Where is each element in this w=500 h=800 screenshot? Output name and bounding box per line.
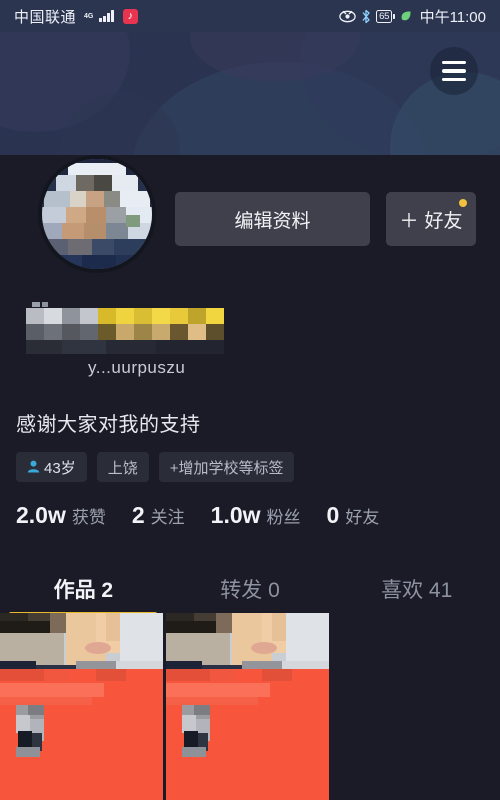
edit-profile-label: 编辑资料 <box>234 210 311 232</box>
person-icon <box>27 460 40 475</box>
video-grid <box>0 613 500 800</box>
tag-location-label: 上饶 <box>107 459 138 477</box>
stat-following-value: 2 <box>131 502 145 528</box>
tag-age-label: 43岁 <box>44 459 76 477</box>
avatar[interactable] <box>38 155 156 273</box>
plus-icon: ＋ <box>399 210 419 232</box>
tab-reposts-label: 转发 0 <box>220 579 280 602</box>
avatar-pixelated-photo <box>42 159 152 269</box>
add-friend-button[interactable]: ＋ 好友 <box>386 192 476 246</box>
display-name <box>14 300 244 362</box>
stat-following[interactable]: 2 关注 <box>132 502 185 529</box>
stat-followers[interactable]: 1.0w 粉丝 <box>211 502 301 529</box>
tag-location[interactable]: 上饶 <box>96 452 149 482</box>
douyin-icon: ♪ <box>122 8 138 24</box>
video-thumbnail-1-overlay <box>0 669 163 800</box>
eye-icon <box>339 10 356 23</box>
profile-tabs: 作品 2 转发 0 喜欢 41 <box>0 565 500 616</box>
display-name-pixelated <box>14 300 244 362</box>
stat-followers-value: 1.0w <box>210 502 261 528</box>
stat-likes-label: 获赞 <box>71 508 106 527</box>
tag-add-school-label: +增加学校等标签 <box>169 459 284 477</box>
notification-dot-badge <box>459 199 467 207</box>
tag-add-school[interactable]: +增加学校等标签 <box>158 452 295 482</box>
stat-likes[interactable]: 2.0w 获赞 <box>16 502 106 529</box>
profile-tags: 43岁 上饶 +增加学校等标签 <box>16 452 295 482</box>
profile-stats: 2.0w 获赞 2 关注 1.0w 粉丝 0 好友 <box>16 502 379 529</box>
add-friend-label: 好友 <box>424 210 463 232</box>
profile-actions: 编辑资料 ＋ 好友 <box>175 192 476 246</box>
stat-friends-value: 0 <box>326 502 340 528</box>
user-handle: y...uurpuszu <box>88 358 186 377</box>
stat-followers-label: 粉丝 <box>266 508 301 527</box>
leaf-icon <box>400 10 412 23</box>
video-thumbnail-1-censored <box>0 669 163 800</box>
tag-age[interactable]: 43岁 <box>16 452 87 482</box>
stat-likes-value: 2.0w <box>16 502 66 528</box>
tab-reposts[interactable]: 转发 0 <box>167 565 334 613</box>
battery-icon: 65 <box>376 9 395 23</box>
signal-bars-icon <box>99 10 114 22</box>
status-bar-left: 中国联通 4G ♪ <box>14 6 138 27</box>
tab-likes-label: 喜欢 41 <box>381 579 453 602</box>
bluetooth-icon <box>361 9 371 24</box>
profile-banner[interactable] <box>0 32 500 155</box>
video-thumbnail-2[interactable] <box>166 613 329 800</box>
tab-likes[interactable]: 喜欢 41 <box>333 565 500 613</box>
profile-bio: 感谢大家对我的支持 <box>16 414 201 436</box>
network-type-label: 4G <box>84 12 94 20</box>
video-thumbnail-2-overlay <box>166 669 329 800</box>
tab-works-label: 作品 2 <box>53 579 114 602</box>
stat-following-label: 关注 <box>150 508 185 527</box>
carrier-label: 中国联通 <box>14 8 77 26</box>
clock-label: 中午11:00 <box>419 8 486 26</box>
stat-friends-label: 好友 <box>345 508 380 527</box>
stat-friends[interactable]: 0 好友 <box>327 502 380 529</box>
video-thumbnail-2-censored <box>166 669 329 800</box>
video-thumbnail-1[interactable] <box>0 613 163 800</box>
status-bar-right: 65 中午11:00 <box>339 6 486 27</box>
tab-works[interactable]: 作品 2 <box>0 565 167 616</box>
douyin-profile-screen: 中国联通 4G ♪ 65 中午11:00 编辑资料 ＋ 好友 y...uurpu… <box>0 0 500 800</box>
edit-profile-button[interactable]: 编辑资料 <box>175 192 370 246</box>
battery-level-label: 65 <box>376 9 393 23</box>
hamburger-menu-icon[interactable] <box>430 47 478 95</box>
status-bar: 中国联通 4G ♪ 65 中午11:00 <box>0 0 500 32</box>
avatar-image <box>42 159 152 269</box>
